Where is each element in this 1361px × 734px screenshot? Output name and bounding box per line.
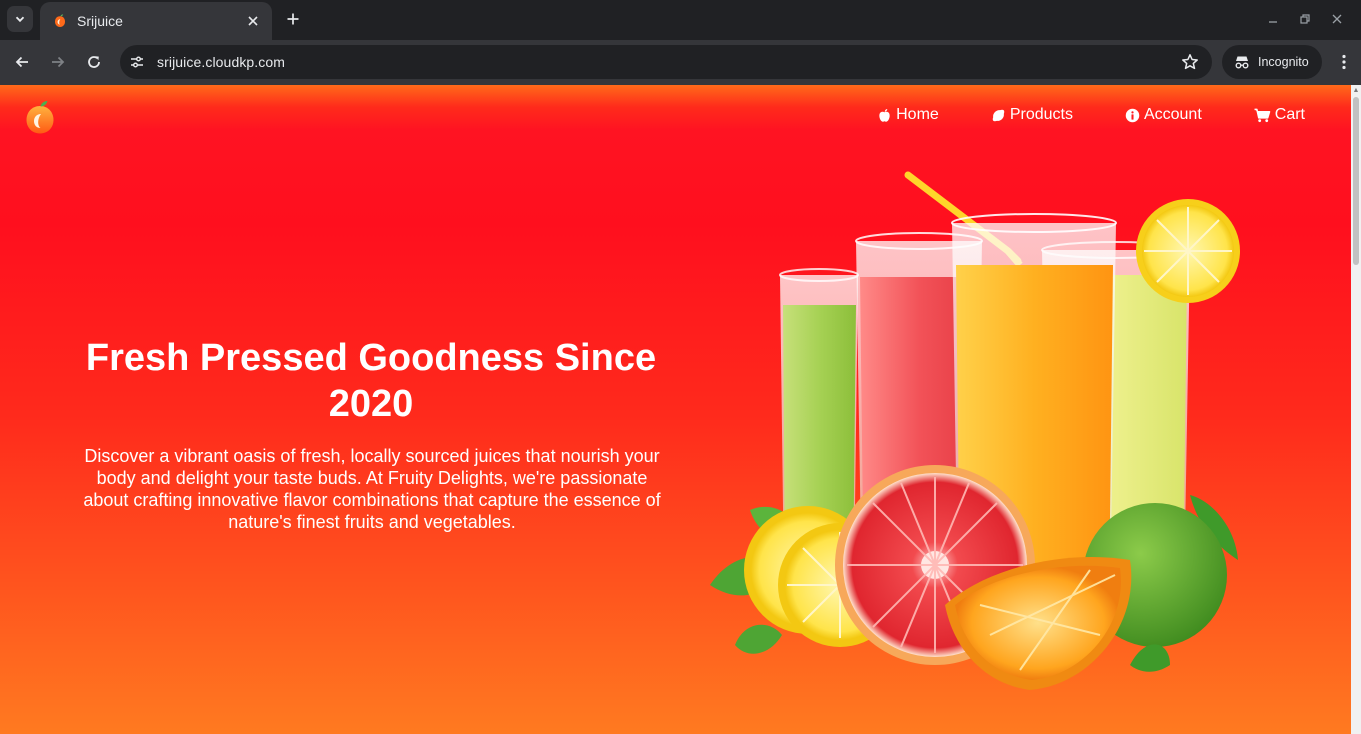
- back-button[interactable]: [8, 48, 36, 76]
- forward-button[interactable]: [44, 48, 72, 76]
- web-page: Home Products Account Cart Fresh Pressed…: [0, 85, 1351, 734]
- incognito-label: Incognito: [1258, 55, 1309, 69]
- site-navigation: Home Products Account Cart: [877, 106, 1305, 124]
- lemon-icon: [992, 109, 1005, 121]
- bookmark-star-icon[interactable]: [1176, 48, 1204, 76]
- nav-products-link[interactable]: Products: [991, 106, 1073, 124]
- restore-button[interactable]: [1289, 6, 1321, 32]
- browser-toolbar: srijuice.cloudkp.com Incognito: [0, 40, 1361, 85]
- nav-account-label: Account: [1143, 106, 1202, 123]
- browser-tabstrip: Srijuice: [0, 0, 1361, 40]
- minimize-button[interactable]: [1257, 6, 1289, 32]
- site-info-icon[interactable]: [123, 48, 151, 76]
- browser-menu-button[interactable]: [1330, 48, 1358, 76]
- hero-description: Discover a vibrant oasis of fresh, local…: [83, 446, 661, 532]
- page-scrollbar[interactable]: ▲: [1351, 85, 1361, 734]
- new-tab-button[interactable]: [282, 8, 304, 30]
- address-bar[interactable]: srijuice.cloudkp.com: [120, 45, 1212, 79]
- nav-cart-label: Cart: [1274, 106, 1305, 123]
- url-text[interactable]: srijuice.cloudkp.com: [157, 54, 1176, 70]
- arrow-left-icon: [15, 56, 28, 68]
- more-vert-icon: [1342, 54, 1346, 70]
- nav-home-label: Home: [896, 106, 939, 123]
- site-logo-icon[interactable]: [24, 97, 56, 135]
- close-icon: [1332, 14, 1342, 24]
- tab-search-button[interactable]: [7, 6, 33, 32]
- info-icon: [1125, 108, 1140, 122]
- nav-cart-link[interactable]: Cart: [1254, 106, 1305, 124]
- hero-title: Fresh Pressed Goodness Since 2020: [85, 337, 657, 425]
- incognito-icon: [1235, 56, 1249, 69]
- apple-icon: [879, 108, 890, 122]
- reload-button[interactable]: [80, 48, 108, 76]
- juice-logo-icon: [55, 14, 65, 27]
- tab-title: Srijuice: [77, 13, 123, 29]
- close-window-button[interactable]: [1321, 6, 1353, 32]
- arrow-right-icon: [52, 56, 65, 68]
- nav-products-label: Products: [1009, 106, 1073, 123]
- incognito-profile-button[interactable]: Incognito: [1222, 45, 1322, 79]
- plus-icon: [287, 13, 299, 25]
- scroll-up-arrow-icon[interactable]: ▲: [1352, 87, 1360, 95]
- juice-glasses-hero-image: [710, 171, 1240, 690]
- tab-close-icon[interactable]: [244, 12, 262, 30]
- reload-icon: [88, 56, 100, 68]
- browser-tab-active[interactable]: Srijuice: [40, 2, 272, 40]
- minimize-icon: [1269, 21, 1277, 23]
- chevron-down-icon: [15, 16, 25, 23]
- window-controls: [1257, 6, 1353, 32]
- scrollbar-thumb[interactable]: [1353, 97, 1359, 265]
- nav-home-link[interactable]: Home: [877, 106, 939, 124]
- restore-icon: [1300, 14, 1310, 24]
- nav-account-link[interactable]: Account: [1125, 106, 1202, 124]
- cart-icon: [1254, 108, 1271, 122]
